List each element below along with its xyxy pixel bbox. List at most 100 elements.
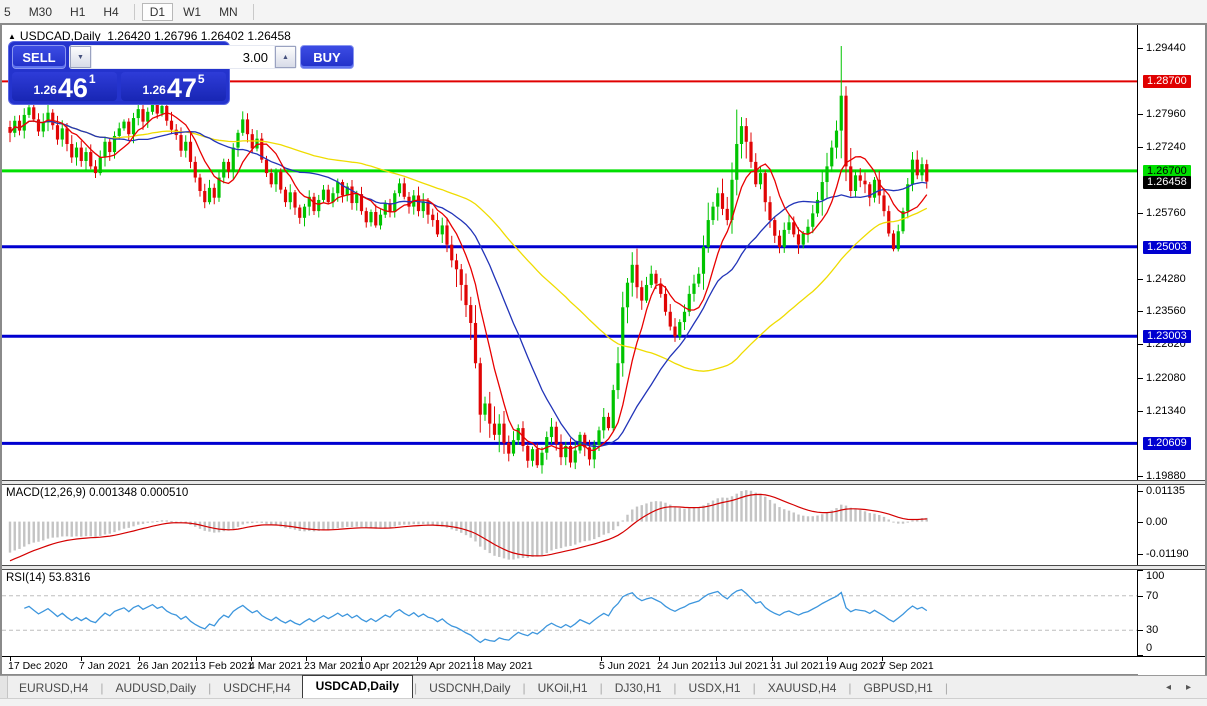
price-axis-label: 1.25760: [1146, 207, 1186, 219]
trading-platform-window: 5 M30 H1 H4 D1 W1 MN ▲ USDCAD,Daily 1.26420 1.2…: [0, 0, 1207, 706]
one-click-trading-panel: SELL ▼ ▲ BUY 1.26 46 1: [8, 41, 354, 105]
candlestick-series: [8, 46, 929, 474]
axis-tick-mark: [1138, 630, 1143, 631]
volume-increase-button[interactable]: ▲: [275, 46, 296, 68]
axis-tick-mark: [1138, 411, 1143, 412]
date-label: 26 Jan 2021: [137, 660, 195, 672]
price-chart-area[interactable]: ▲ USDCAD,Daily 1.26420 1.26796 1.26402 1.…: [2, 25, 1138, 480]
axis-tick-mark: [1138, 344, 1143, 345]
tab-separator: |: [848, 680, 852, 695]
price-pane: ▲ USDCAD,Daily 1.26420 1.26796 1.26402 1.…: [2, 25, 1205, 480]
chart-tab-eurusd[interactable]: EURUSD,H4: [8, 678, 99, 698]
macd-histogram: [8, 490, 928, 560]
timeframe-button-d1[interactable]: D1: [141, 2, 174, 21]
date-label: 19 Aug 2021: [825, 660, 884, 672]
macd-chart-area[interactable]: MACD(12,26,9) 0.001348 0.000510: [2, 485, 1138, 565]
price-axis-label: 1.23003: [1143, 330, 1191, 343]
chart-tab-ukoil[interactable]: UKOil,H1: [527, 678, 599, 698]
price-axis-label: 1.28700: [1143, 75, 1191, 88]
axis-tick-mark: [1138, 491, 1143, 492]
tab-separator: |: [944, 680, 948, 695]
date-label: 18 May 2021: [472, 660, 533, 672]
up-arrow-icon: ▲: [282, 53, 289, 61]
tab-scroll-left-icon[interactable]: ◂: [1166, 682, 1171, 693]
timeframe-toolbar: 5 M30 H1 H4 D1 W1 MN: [0, 0, 1207, 24]
macd-label: MACD(12,26,9) 0.001348 0.000510: [6, 487, 189, 499]
collapse-triangle-icon[interactable]: ▲: [8, 32, 16, 41]
tab-separator: |: [100, 680, 104, 695]
price-axis-label: 1.29440: [1146, 42, 1186, 54]
axis-tick-mark: [1138, 114, 1143, 115]
chart-tab-gbpusd[interactable]: GBPUSD,H1: [853, 678, 944, 698]
chart-tab-usdx[interactable]: USDX,H1: [678, 678, 752, 698]
price-axis-label: 1.19880: [1146, 470, 1186, 480]
timeframe-button-m30[interactable]: M30: [21, 3, 60, 21]
tab-scroll-right-icon[interactable]: ▸: [1186, 682, 1191, 693]
buy-price-prefix: 1.26: [142, 83, 166, 97]
date-label: 17 Dec 2020: [8, 660, 68, 672]
volume-spinner: ▼ ▲: [69, 45, 297, 69]
volume-decrease-button[interactable]: ▼: [70, 46, 91, 68]
sell-price-display[interactable]: 1.26 46 1: [12, 72, 117, 102]
chart-tab-usdcnh[interactable]: USDCNH,Daily: [418, 678, 521, 698]
rsi-canvas: [2, 588, 1137, 644]
macd-axis-label: 0.01135: [1146, 485, 1185, 497]
chart-tab-audusd[interactable]: AUDUSD,Daily: [104, 678, 207, 698]
axis-tick-mark: [1138, 311, 1143, 312]
axis-tick-mark: [1138, 596, 1143, 597]
axis-tick-mark: [1138, 522, 1143, 523]
tab-scroll-arrows: ◂ ▸: [1166, 682, 1191, 693]
chart-window: ▲ USDCAD,Daily 1.26420 1.26796 1.26402 1.…: [0, 23, 1207, 676]
axis-tick-mark: [1138, 554, 1143, 555]
price-axis-label: 1.25003: [1143, 241, 1191, 254]
chart-tab-dj30[interactable]: DJ30,H1: [604, 678, 673, 698]
date-label: 13 Feb 2021: [194, 660, 253, 672]
date-label: 24 Jun 2021: [657, 660, 715, 672]
timeframe-button-w1[interactable]: W1: [175, 3, 209, 21]
buy-price-pipette: 5: [197, 72, 205, 86]
rsi-axis-label: 0: [1146, 642, 1153, 654]
toolbar-separator: [252, 3, 254, 20]
macd-pane: MACD(12,26,9) 0.001348 0.000510 0.01135 0…: [2, 485, 1205, 565]
sell-button[interactable]: SELL: [12, 45, 66, 69]
buy-button[interactable]: BUY: [300, 45, 354, 69]
chart-tab-xauusd[interactable]: XAUUSD,H4: [757, 678, 848, 698]
date-label: 4 Mar 2021: [249, 660, 303, 672]
tab-separator: |: [208, 680, 212, 695]
rsi-axis-label: 100: [1146, 570, 1165, 582]
timeframe-button-h1[interactable]: H1: [62, 3, 93, 21]
axis-tick-mark: [1138, 570, 1143, 571]
status-strip: [0, 698, 1207, 706]
macd-axis-label: -0.01190: [1146, 548, 1189, 560]
axis-tick-mark: [1138, 476, 1143, 477]
rsi-axis-label: 70: [1146, 590, 1159, 602]
rsi-chart-area[interactable]: RSI(14) 53.8316: [2, 570, 1138, 656]
date-label: 7 Sep 2021: [880, 660, 934, 672]
volume-input[interactable]: [92, 46, 274, 68]
buy-price-display[interactable]: 1.26 47 5: [121, 72, 226, 102]
price-axis-label: 1.22080: [1146, 372, 1186, 384]
price-axis-label: 1.27240: [1146, 141, 1186, 153]
price-axis-label: 1.20609: [1143, 437, 1191, 450]
axis-tick-mark: [1138, 147, 1143, 148]
date-label: 13 Jul 2021: [714, 660, 769, 672]
timeframe-button-h4[interactable]: H4: [95, 3, 126, 21]
chart-tab-usdchf[interactable]: USDCHF,H4: [212, 678, 301, 698]
axis-tick-mark: [1138, 213, 1143, 214]
chart-tab-usdcad[interactable]: USDCAD,Daily: [301, 675, 413, 698]
date-label: 5 Jun 2021: [599, 660, 651, 672]
rsi-pane: RSI(14) 53.8316 100 70 30 0: [2, 570, 1205, 656]
price-axis-label: 1.27960: [1146, 108, 1186, 120]
date-label: 10 Apr 2021: [359, 660, 416, 672]
timeframe-button-mn[interactable]: MN: [211, 3, 246, 21]
axis-tick-mark: [1138, 378, 1143, 379]
timeframe-button-5[interactable]: 5: [0, 3, 19, 21]
toolbar-separator: [133, 3, 135, 20]
rsi-label: RSI(14) 53.8316: [6, 572, 91, 584]
tab-separator: |: [673, 680, 677, 695]
macd-axis-label: 0.00: [1146, 516, 1168, 528]
rsi-axis-label: 30: [1146, 624, 1159, 636]
axis-tick-mark: [1138, 48, 1143, 49]
down-arrow-icon: ▼: [77, 53, 84, 61]
axis-tick-mark: [1138, 279, 1143, 280]
